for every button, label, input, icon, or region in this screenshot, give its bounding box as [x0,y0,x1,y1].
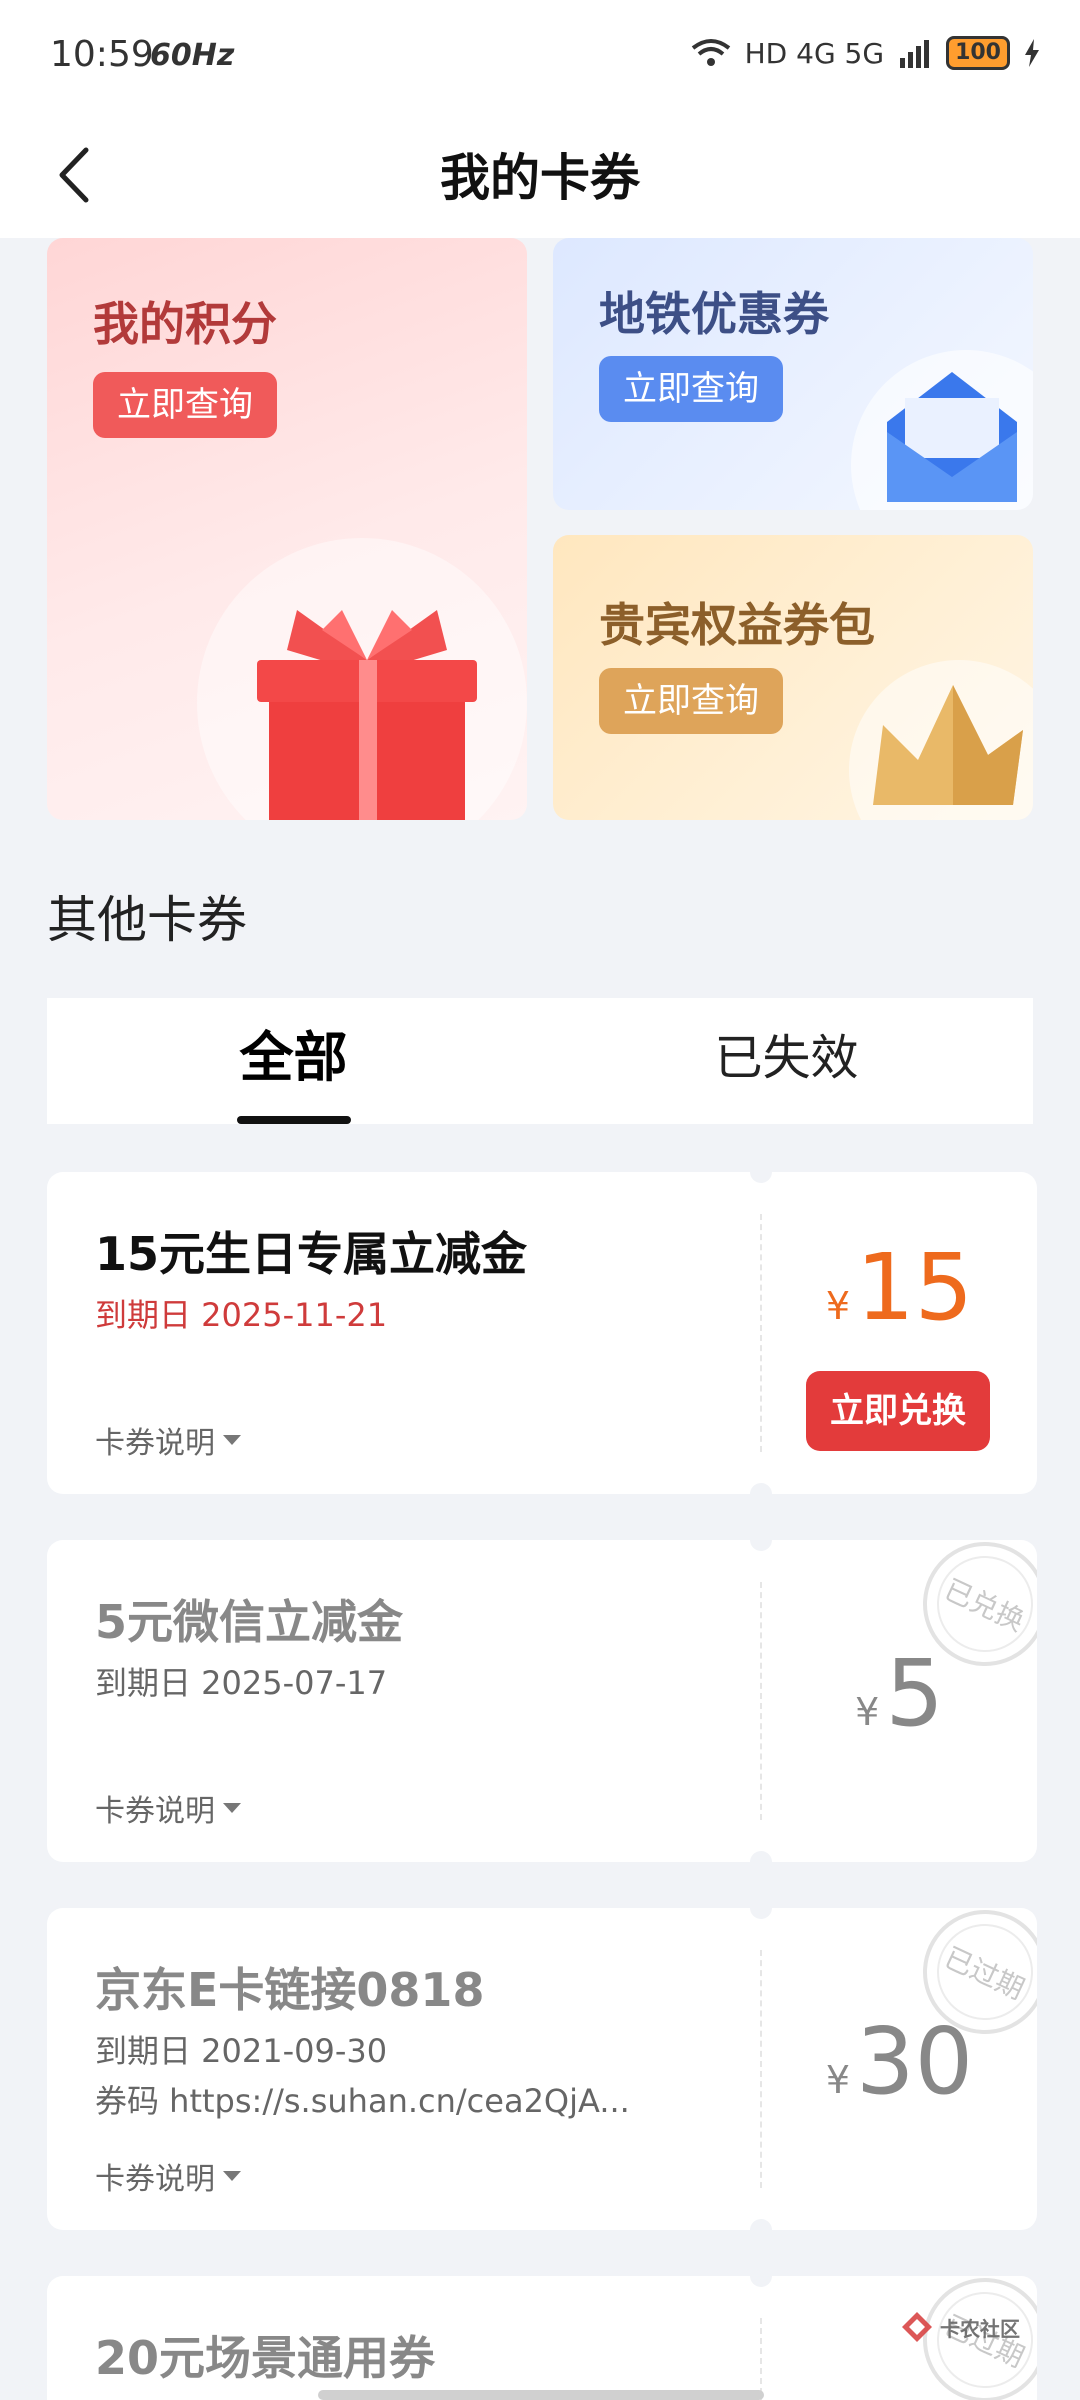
signal-icon [900,40,930,68]
charging-icon [1025,39,1039,67]
metro-title: 地铁优惠券 [599,287,829,341]
coupon-expiry: 到期日 2021-09-30 [95,2032,388,2070]
status-icons: HD 4G 5G 100 [691,36,1040,70]
metro-coupon-card[interactable]: 地铁优惠券 立即查询 [553,238,1033,510]
coupon-notch [750,2276,772,2287]
watermark-text: 卡农社区 [940,2316,1020,2341]
section-title: 其他卡券 [47,891,247,949]
watermark: 卡农社区 [900,2310,1020,2344]
coupon-notch [750,1908,772,1919]
coupon-name: 15元生日专属立减金 [95,1227,528,1281]
points-card[interactable]: 我的积分 立即查询 [47,238,527,820]
coupon-description-toggle[interactable]: 卡券说明 [95,1786,241,1830]
currency-symbol: ¥ [825,1284,851,1328]
vip-title: 贵宾权益券包 [599,598,875,652]
coupon-code: 券码 https://s.suhan.cn/cea2QjA... [95,2082,630,2120]
caret-down-icon [223,1803,241,1813]
watermark-logo-icon [902,2312,932,2342]
coupon-card[interactable]: 20元场景通用券 已过期 [47,2276,1037,2400]
scroll-indicator [318,2390,764,2400]
coupon-notch [750,2219,772,2230]
active-tab-indicator [237,1116,351,1124]
battery-indicator: 100 [946,36,1010,70]
coupon-name: 20元场景通用券 [95,2331,436,2385]
vip-package-card[interactable]: 贵宾权益券包 立即查询 [553,535,1033,820]
coupon-notch [750,1540,772,1551]
coupon-card[interactable]: 京东E卡链接0818 到期日 2021-09-30 券码 https://s.s… [47,1908,1037,2230]
status-bar: 10:59 60Hz HD 4G 5G 100 [0,0,1080,110]
coupon-description-label: 卡券说明 [95,2162,215,2197]
coupon-description-label: 卡券说明 [95,1794,215,1829]
gift-icon [257,610,477,820]
currency-symbol: ¥ [825,2058,851,2102]
coupon-expiry: 到期日 2025-11-21 [95,1296,388,1334]
page-header: 我的卡券 [0,110,1080,238]
coupon-name: 京东E卡链接0818 [95,1963,485,2017]
amount-value: 15 [856,1234,974,1341]
network-indicator: HD 4G 5G [744,36,885,70]
metro-query-button[interactable]: 立即查询 [599,356,783,422]
wifi-icon [691,39,730,66]
coupon-description-label: 卡券说明 [95,1426,215,1461]
currency-symbol: ¥ [855,1690,880,1734]
coupon-notch [750,1172,772,1183]
page-title: 我的卡券 [440,149,640,207]
points-query-button[interactable]: 立即查询 [93,372,277,438]
caret-down-icon [223,1435,241,1445]
refresh-rate: 60Hz [150,38,235,73]
coupon-notch [750,1483,772,1494]
amount-value: 5 [885,1640,944,1747]
caret-down-icon [223,2171,241,2181]
redeem-button[interactable]: 立即兑换 [806,1371,990,1451]
tab-expired[interactable]: 已失效 [540,998,1033,1124]
status-time: 10:59 [50,34,154,75]
coupon-card[interactable]: 5元微信立减金 到期日 2025-07-17 卡券说明 ¥5 已兑换 [47,1540,1037,1862]
coupon-tabs: 全部 已失效 [47,998,1033,1124]
coupon-name: 5元微信立减金 [95,1595,404,1649]
coupon-card[interactable]: 15元生日专属立减金 到期日 2025-11-21 卡券说明 ¥15 立即兑换 [47,1172,1037,1494]
envelope-icon [887,372,1017,502]
tab-all[interactable]: 全部 [47,998,540,1124]
crown-icon [873,685,1023,805]
coupon-divider [760,2318,762,2400]
vip-query-button[interactable]: 立即查询 [599,668,783,734]
coupon-amount: ¥15 [762,1234,1037,1341]
coupon-expiry: 到期日 2025-07-17 [95,1664,388,1702]
coupon-notch [750,1851,772,1862]
coupon-description-toggle[interactable]: 卡券说明 [95,1418,241,1462]
coupon-description-toggle[interactable]: 卡券说明 [95,2154,241,2198]
points-title: 我的积分 [93,297,277,351]
